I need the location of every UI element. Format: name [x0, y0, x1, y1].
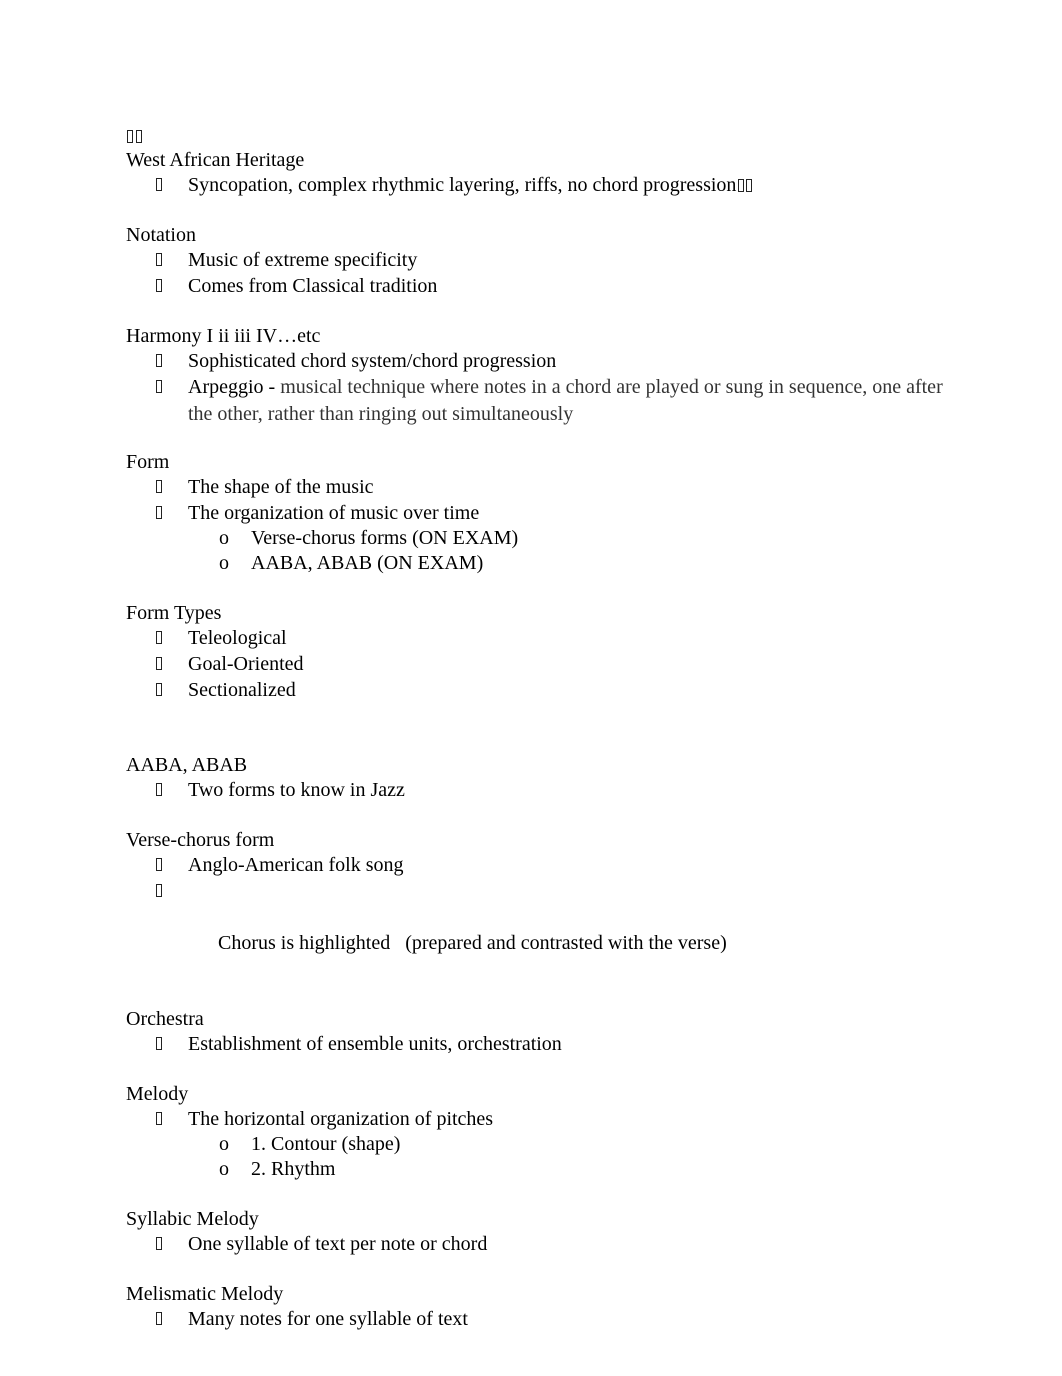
list-item: The horizontal organization of pitches — [126, 1106, 946, 1132]
bullet-icon — [156, 480, 162, 493]
list-item: The shape of the music — [126, 474, 946, 500]
bullet-icon — [156, 657, 162, 670]
section-heading: Syllabic Melody — [126, 1208, 259, 1230]
bullet-icon — [156, 354, 162, 367]
section-heading: Orchestra — [126, 1008, 204, 1030]
item-text: Two forms to know in Jazz — [188, 779, 405, 801]
section-heading: Notation — [126, 224, 196, 246]
bullet-icon — [156, 858, 162, 871]
list-item: Goal-Oriented — [126, 651, 946, 677]
bullet-icon — [156, 178, 162, 191]
bullet-icon — [156, 506, 162, 519]
sub-list-item: o 1. Contour (shape) — [126, 1132, 946, 1157]
sub-item-text: Verse-chorus forms (ON EXAM) — [251, 527, 519, 549]
item-text: Sophisticated chord system/chord progres… — [188, 350, 557, 372]
bullet-icon — [156, 380, 162, 393]
missing-glyph-row — [126, 124, 946, 148]
item-text: The horizontal organization of pitches — [188, 1108, 494, 1130]
sub-list-item: o Verse-chorus forms (ON EXAM) — [126, 526, 946, 551]
item-text: Comes from Classical tradition — [188, 275, 438, 297]
section-melismatic-melody: Melismatic Melody Many notes for one syl… — [126, 1282, 946, 1332]
bullet-icon — [156, 884, 162, 897]
section-aaba-abab: AABA, ABAB Two forms to know in Jazz — [126, 753, 946, 803]
section-heading: Melismatic Melody — [126, 1283, 284, 1305]
sub-bullet-icon: o — [219, 1133, 229, 1155]
sub-item-text: 2. Rhythm — [251, 1158, 336, 1180]
sub-bullet-icon: o — [219, 552, 229, 574]
item-text: Many notes for one syllable of text — [188, 1308, 468, 1330]
definition-text: musical technique where notes in a chord… — [188, 376, 943, 425]
section-heading: Melody — [126, 1083, 189, 1105]
section-melody: Melody The horizontal organization of pi… — [126, 1082, 946, 1182]
item-text: Sectionalized — [188, 679, 296, 701]
bullet-icon — [156, 683, 162, 696]
sub-bullet-icon: o — [219, 527, 229, 549]
list-item: Sectionalized — [126, 677, 946, 703]
sub-list-item: o 2. Rhythm — [126, 1157, 946, 1182]
section-form-types: Form Types Teleological Goal-Oriented Se… — [126, 601, 946, 703]
list-item: Anglo-American folk song — [126, 852, 946, 878]
missing-glyph-icon — [136, 129, 142, 143]
item-text: One syllable of text per note or chord — [188, 1233, 488, 1255]
section-verse-chorus-form: Verse-chorus form Anglo-American folk so… — [126, 828, 946, 982]
sub-list-item: o AABA, ABAB (ON EXAM) — [126, 551, 946, 576]
bullet-icon — [156, 1237, 162, 1250]
list-item: Comes from Classical tradition — [126, 273, 946, 299]
bullet-icon — [156, 1312, 162, 1325]
list-item: Sophisticated chord system/chord progres… — [126, 348, 946, 374]
section-heading: Form — [126, 451, 170, 473]
section-west-african-heritage: West African Heritage Syncopation, compl… — [126, 148, 946, 198]
list-item: Syncopation, complex rhythmic layering, … — [126, 172, 946, 198]
section-heading: West African Heritage — [126, 149, 305, 171]
list-item: Establishment of ensemble units, orchest… — [126, 1031, 946, 1057]
section-heading: AABA, ABAB — [126, 754, 248, 776]
bullet-icon — [156, 253, 162, 266]
bullet-icon — [156, 631, 162, 644]
list-item: One syllable of text per note or chord — [126, 1231, 946, 1257]
document-page: West African Heritage Syncopation, compl… — [126, 124, 946, 1332]
bullet-icon — [156, 1112, 162, 1125]
list-item: Chorus is highlighted (prepared and cont… — [126, 878, 946, 982]
item-text: The shape of the music — [188, 476, 374, 498]
item-text: The organization of music over time — [188, 502, 480, 524]
section-orchestra: Orchestra Establishment of ensemble unit… — [126, 1007, 946, 1057]
section-notation: Notation Music of extreme specificity Co… — [126, 223, 946, 299]
list-item: Arpeggio - musical technique where notes… — [126, 374, 946, 428]
section-syllabic-melody: Syllabic Melody One syllable of text per… — [126, 1207, 946, 1257]
list-item: The organization of music over time — [126, 500, 946, 526]
bullet-icon — [156, 1037, 162, 1050]
section-heading: Harmony I ii iii IV…etc — [126, 325, 321, 347]
sub-bullet-icon: o — [219, 1158, 229, 1180]
list-item: Many notes for one syllable of text — [126, 1306, 946, 1332]
definition-term: Arpeggio - — [188, 376, 281, 398]
section-form: Form The shape of the music The organiza… — [126, 450, 946, 576]
sub-item-text: AABA, ABAB (ON EXAM) — [251, 552, 484, 574]
missing-glyph-icon — [127, 129, 133, 143]
item-text: Music of extreme specificity — [188, 249, 418, 271]
item-text: Establishment of ensemble units, orchest… — [188, 1033, 562, 1055]
section-harmony: Harmony I ii iii IV…etc Sophisticated ch… — [126, 324, 946, 428]
item-text: Teleological — [188, 627, 287, 649]
list-item: Two forms to know in Jazz — [126, 777, 946, 803]
bullet-icon — [156, 783, 162, 796]
section-heading: Verse-chorus form — [126, 829, 275, 851]
sub-item-text: 1. Contour (shape) — [251, 1133, 401, 1155]
missing-glyph-icon — [746, 179, 753, 192]
item-text: Anglo-American folk song — [188, 854, 404, 876]
missing-glyph-icon — [738, 179, 745, 192]
item-text: Chorus is highlighted (prepared and cont… — [218, 932, 727, 954]
item-text: Syncopation, complex rhythmic layering, … — [188, 174, 737, 196]
section-heading: Form Types — [126, 602, 222, 624]
list-item: Teleological — [126, 625, 946, 651]
item-text: Goal-Oriented — [188, 653, 304, 675]
list-item: Music of extreme specificity — [126, 247, 946, 273]
bullet-icon — [156, 279, 162, 292]
